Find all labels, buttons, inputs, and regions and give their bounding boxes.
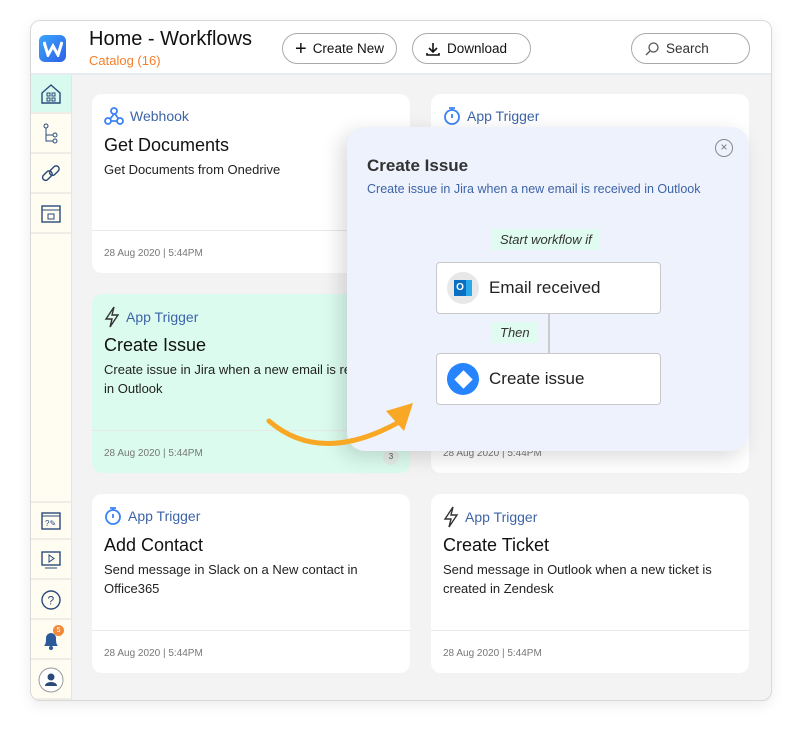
sidebar-item-help-edit[interactable]: ?✎: [31, 501, 71, 540]
vault-icon: [41, 204, 61, 223]
stopwatch-icon: [443, 106, 461, 126]
sidebar-item-links[interactable]: [31, 155, 71, 194]
start-label: Start workflow if: [492, 229, 600, 250]
download-button[interactable]: Download: [412, 33, 531, 64]
card-date: 28 Aug 2020 | 5:44PM: [104, 248, 203, 259]
help-edit-icon: ?✎: [41, 511, 61, 530]
card-desc: Send message in Slack on a New contact i…: [104, 562, 358, 596]
card-type: App Trigger: [104, 506, 200, 526]
workflow-card[interactable]: App Trigger Create Ticket Send message i…: [431, 494, 749, 673]
webhook-icon: [104, 106, 124, 126]
help-icon: ?: [41, 589, 61, 610]
sidebar-item-help[interactable]: ?: [31, 581, 71, 620]
stopwatch-icon: [104, 506, 122, 526]
sidebar-item-vault[interactable]: [31, 195, 71, 234]
lightning-icon: [104, 306, 120, 328]
notification-badge: 5: [53, 625, 64, 636]
sidebar-item-profile[interactable]: [31, 661, 71, 700]
workflow-tree-icon: [43, 123, 58, 143]
action-node[interactable]: Create issue: [436, 353, 661, 405]
app-window: Home - Workflows Catalog (16) + Create Ne…: [30, 20, 772, 701]
then-label: Then: [492, 322, 538, 343]
download-icon: [426, 42, 440, 56]
search-icon: [645, 41, 659, 55]
sidebar-item-workflows[interactable]: [31, 115, 71, 154]
sidebar-item-notifications[interactable]: 5: [31, 621, 71, 660]
card-type: App Trigger: [443, 506, 537, 528]
search-input[interactable]: Search: [631, 33, 750, 64]
create-new-button[interactable]: + Create New: [282, 33, 397, 64]
card-date: 28 Aug 2020 | 5:44PM: [104, 448, 203, 459]
trigger-node[interactable]: O Email received: [436, 262, 661, 314]
sidebar: ?✎ ? 5: [31, 75, 72, 700]
close-button[interactable]: ×: [715, 139, 733, 157]
page-title: Home - Workflows: [89, 28, 252, 50]
pointer-arrow: [266, 403, 413, 446]
card-title: Create Ticket: [443, 535, 550, 555]
sidebar-item-home[interactable]: [31, 75, 71, 114]
link-icon: [41, 164, 60, 181]
card-type: App Trigger: [104, 306, 198, 328]
divider: [92, 630, 410, 631]
card-title: Add Contact: [104, 535, 204, 555]
card-date: 28 Aug 2020 | 5:44PM: [443, 648, 542, 659]
home-icon: [41, 83, 61, 104]
video-icon: [41, 550, 61, 568]
svg-text:?✎: ?✎: [45, 519, 56, 528]
svg-text:?: ?: [48, 593, 55, 607]
jira-icon: [447, 363, 479, 395]
popup-title: Create Issue: [367, 156, 469, 175]
card-date: 28 Aug 2020 | 5:44PM: [104, 648, 203, 659]
app-logo[interactable]: [39, 35, 66, 62]
connector-line: [548, 314, 550, 354]
card-type: App Trigger: [443, 106, 539, 126]
header: Home - Workflows Catalog (16) + Create Ne…: [31, 21, 771, 75]
card-title: Create Issue: [104, 335, 207, 355]
plus-icon: +: [295, 37, 307, 60]
close-icon: ×: [720, 140, 728, 154]
popup-desc: Create issue in Jira when a new email is…: [367, 182, 701, 196]
card-desc: Send message in Outlook when a new ticke…: [443, 562, 712, 596]
user-icon: [38, 667, 64, 692]
outlook-icon: O: [447, 272, 479, 304]
card-type: Webhook: [104, 106, 189, 126]
divider: [431, 630, 749, 631]
catalog-count[interactable]: Catalog (16): [89, 53, 161, 68]
workflow-card[interactable]: App Trigger Add Contact Send message in …: [92, 494, 410, 673]
lightning-icon: [443, 506, 459, 528]
card-title: Get Documents: [104, 135, 230, 155]
sidebar-item-video[interactable]: [31, 541, 71, 580]
